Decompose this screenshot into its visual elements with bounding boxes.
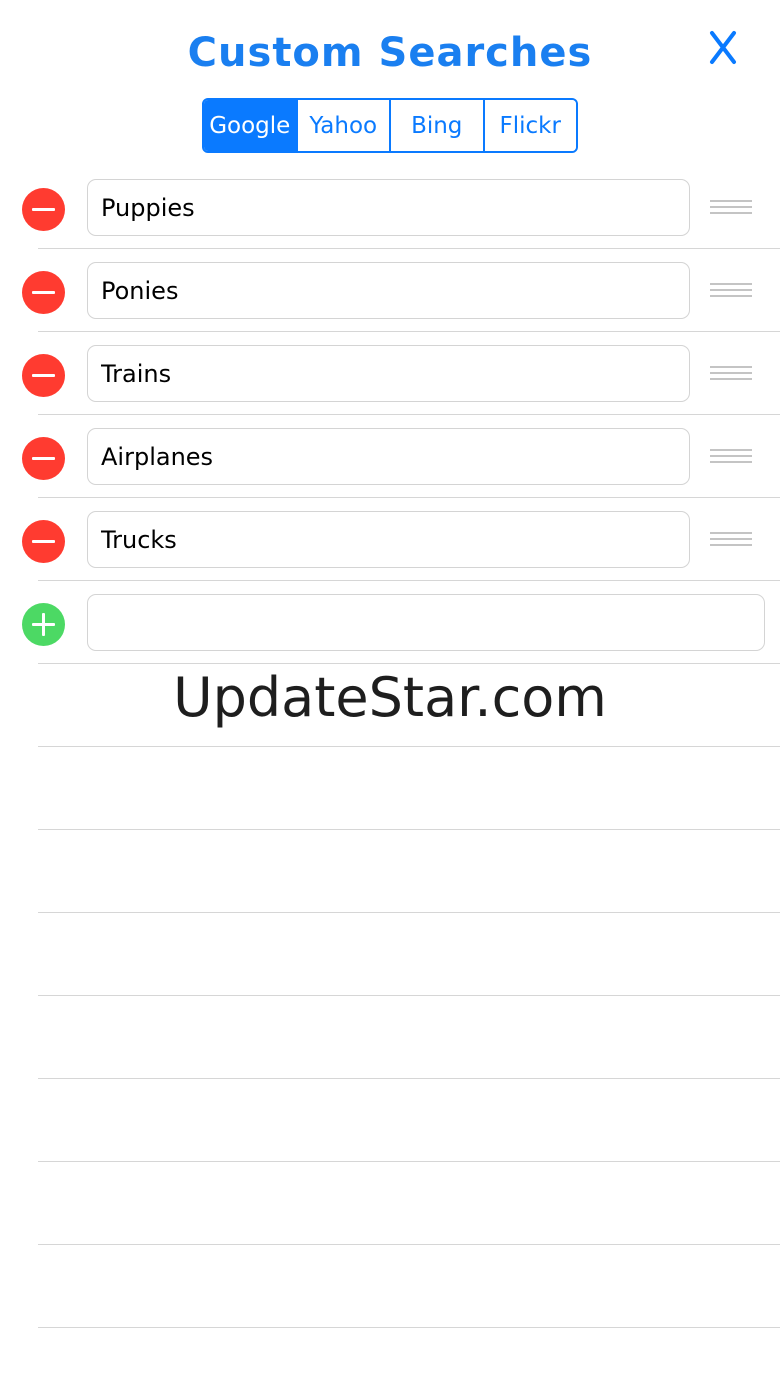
custom-searches-screen: Custom Searches Google Yahoo Bing Flickr [0,0,780,1387]
remove-search-button[interactable] [22,354,65,397]
segment-yahoo[interactable]: Yahoo [297,100,391,151]
close-button[interactable] [698,24,748,74]
search-row [0,498,780,581]
search-row [0,249,780,332]
search-engine-selector: Google Yahoo Bing Flickr [202,98,578,153]
add-search-button[interactable] [22,603,65,646]
search-term-input[interactable] [87,179,690,236]
remove-search-button[interactable] [22,271,65,314]
search-list [0,166,780,1328]
empty-row [0,1245,780,1328]
minus-circle-icon [32,540,55,543]
empty-row [0,996,780,1079]
remove-search-button[interactable] [22,437,65,480]
empty-row [0,747,780,830]
page-title: Custom Searches [187,30,593,76]
remove-search-button[interactable] [22,188,65,231]
close-x-icon [710,31,736,64]
watermark-text: UpdateStar.com [173,666,607,729]
segment-bing[interactable]: Bing [391,100,485,151]
reorder-icon[interactable] [710,200,752,216]
new-search-row [0,581,780,664]
empty-row [0,830,780,913]
segment-flickr[interactable]: Flickr [484,100,576,151]
search-row [0,415,780,498]
minus-circle-icon [32,291,55,294]
minus-circle-icon [32,208,55,211]
minus-circle-icon [32,457,55,460]
reorder-icon[interactable] [710,449,752,465]
empty-row [0,1162,780,1245]
empty-row [0,1079,780,1162]
search-term-input[interactable] [87,511,690,568]
minus-circle-icon [32,374,55,377]
remove-search-button[interactable] [22,520,65,563]
search-term-input[interactable] [87,428,690,485]
empty-row [0,913,780,996]
search-row [0,166,780,249]
search-row [0,332,780,415]
reorder-icon[interactable] [710,532,752,548]
reorder-icon[interactable] [710,283,752,299]
search-term-input[interactable] [87,345,690,402]
reorder-icon[interactable] [710,366,752,382]
search-term-input[interactable] [87,262,690,319]
segment-google[interactable]: Google [204,100,298,151]
new-search-input[interactable] [87,594,765,651]
